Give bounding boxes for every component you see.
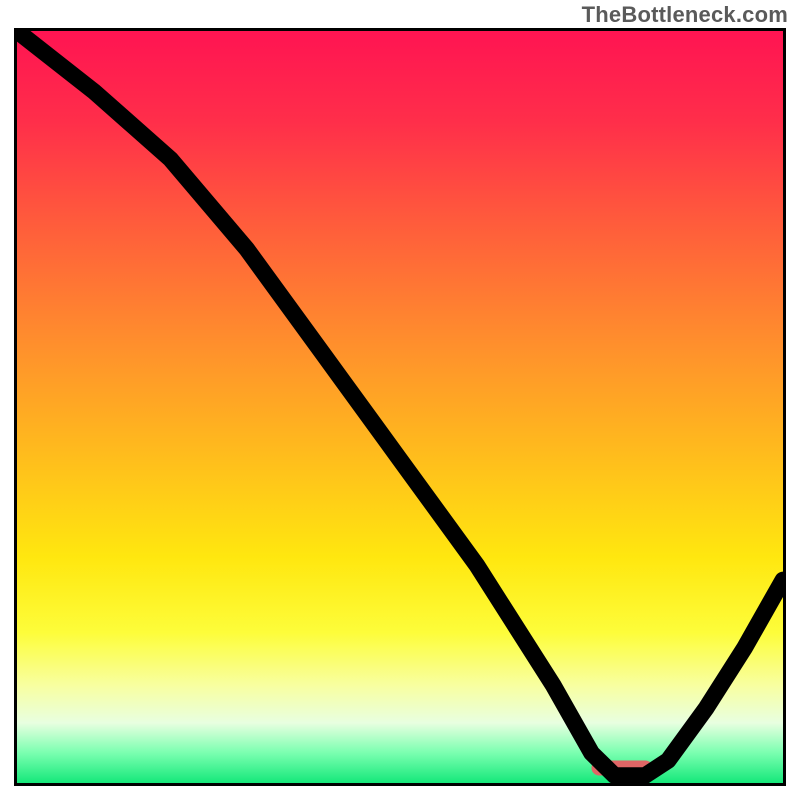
plot-area: [14, 28, 786, 786]
chart-container: TheBottleneck.com: [0, 0, 800, 800]
chart-svg: [17, 31, 783, 783]
gradient-bg: [17, 31, 783, 783]
watermark-text: TheBottleneck.com: [582, 2, 788, 28]
